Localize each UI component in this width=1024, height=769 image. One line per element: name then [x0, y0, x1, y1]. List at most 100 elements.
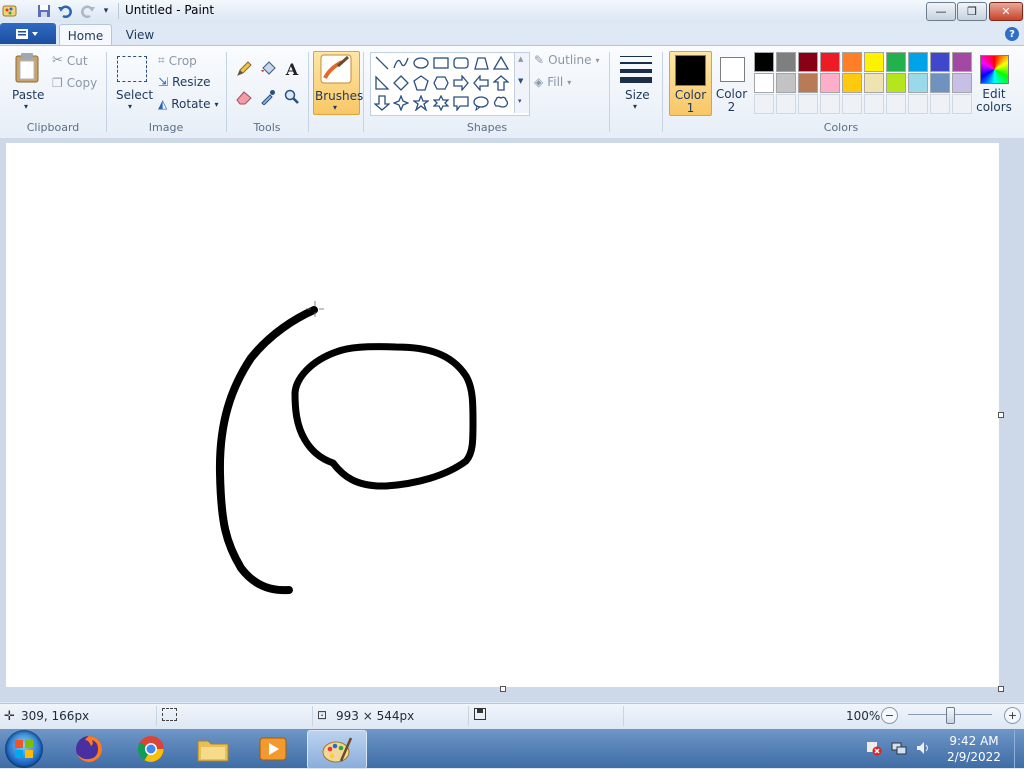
color2-button[interactable]: Color 2 — [712, 51, 751, 114]
zoom-in-button[interactable]: + — [1004, 707, 1021, 724]
polygon-shape-icon[interactable] — [472, 54, 490, 72]
shapes-scrollbar[interactable]: ▲ ▼ ▾ — [514, 53, 529, 113]
zoom-out-button[interactable]: − — [881, 707, 898, 724]
custom-color-slot[interactable] — [776, 94, 796, 114]
rect-callout-shape-icon[interactable] — [452, 94, 470, 112]
oval-shape-icon[interactable] — [412, 54, 430, 72]
show-desktop-button[interactable] — [1014, 730, 1024, 768]
canvas-resize-handle-right[interactable] — [998, 412, 1004, 418]
taskbar-paint[interactable] — [307, 730, 367, 769]
line-shape-icon[interactable] — [373, 54, 391, 72]
help-icon[interactable]: ? — [1005, 27, 1019, 41]
palette-swatch[interactable] — [952, 73, 972, 93]
volume-icon[interactable] — [915, 740, 931, 756]
edit-colors-button[interactable]: Edit colors — [976, 51, 1012, 114]
palette-swatch[interactable] — [864, 52, 884, 72]
select-button[interactable]: Select ▾ — [112, 52, 153, 112]
undo-icon[interactable] — [57, 3, 73, 19]
close-button[interactable]: ✕ — [989, 2, 1023, 21]
pencil-tool[interactable] — [233, 58, 255, 80]
custom-color-slot[interactable] — [886, 94, 906, 114]
cut-button[interactable]: ✂ Cut — [52, 53, 88, 68]
custom-color-slot[interactable] — [754, 94, 774, 114]
palette-swatch[interactable] — [864, 73, 884, 93]
customize-quick-access-icon[interactable]: ▾ — [98, 3, 114, 19]
left-arrow-shape-icon[interactable] — [472, 74, 490, 92]
save-icon[interactable] — [36, 3, 52, 19]
cloud-callout-shape-icon[interactable] — [492, 94, 510, 112]
paint-menu-button[interactable] — [0, 23, 56, 44]
palette-swatch[interactable] — [798, 52, 818, 72]
down-arrow-shape-icon[interactable] — [373, 94, 391, 112]
palette-swatch[interactable] — [776, 52, 796, 72]
custom-color-slot[interactable] — [798, 94, 818, 114]
minimize-button[interactable]: — — [926, 2, 956, 21]
pentagon-shape-icon[interactable] — [412, 74, 430, 92]
taskbar-file-explorer[interactable] — [184, 730, 242, 767]
drawing-canvas[interactable] — [6, 143, 999, 687]
taskbar-chrome[interactable] — [122, 730, 180, 767]
custom-color-slot[interactable] — [908, 94, 928, 114]
size-button[interactable]: Size ▾ — [617, 52, 655, 112]
palette-swatch[interactable] — [908, 52, 928, 72]
copy-button[interactable]: ❐ Copy — [52, 76, 97, 90]
four-point-star-shape-icon[interactable] — [392, 94, 410, 112]
triangle-shape-icon[interactable] — [492, 54, 510, 72]
redo-icon[interactable] — [80, 3, 96, 19]
network-icon[interactable] — [891, 740, 907, 756]
color-picker-tool[interactable] — [257, 86, 279, 108]
tab-view[interactable]: View — [118, 24, 162, 46]
palette-swatch[interactable] — [842, 52, 862, 72]
up-arrow-shape-icon[interactable] — [492, 74, 510, 92]
palette-swatch[interactable] — [930, 52, 950, 72]
palette-swatch[interactable] — [842, 73, 862, 93]
custom-color-slot[interactable] — [864, 94, 884, 114]
taskbar-firefox[interactable] — [60, 730, 118, 767]
rounded-rectangle-shape-icon[interactable] — [452, 54, 470, 72]
palette-swatch[interactable] — [820, 52, 840, 72]
outline-button[interactable]: ✎ Outline ▾ — [534, 53, 600, 67]
action-center-alert-icon[interactable] — [866, 740, 882, 756]
palette-swatch[interactable] — [908, 73, 928, 93]
palette-swatch[interactable] — [930, 73, 950, 93]
custom-color-slot[interactable] — [930, 94, 950, 114]
rotate-button[interactable]: ◭ Rotate ▾ — [158, 97, 219, 111]
scroll-up-icon[interactable]: ▲ — [518, 55, 523, 63]
eraser-tool[interactable] — [233, 86, 255, 108]
magnifier-tool[interactable] — [281, 86, 303, 108]
resize-button[interactable]: ⇲ Resize — [158, 75, 211, 89]
palette-swatch[interactable] — [776, 73, 796, 93]
rectangle-shape-icon[interactable] — [432, 54, 450, 72]
system-clock[interactable]: 9:42 AM 2/9/2022 — [938, 733, 1010, 765]
maximize-button[interactable]: ❐ — [957, 2, 987, 21]
zoom-slider-thumb[interactable] — [946, 707, 955, 724]
fill-tool[interactable] — [257, 58, 279, 80]
palette-swatch[interactable] — [820, 73, 840, 93]
fill-button[interactable]: ◈ Fill ▾ — [534, 75, 571, 89]
paint-app-icon[interactable] — [2, 3, 18, 19]
palette-swatch[interactable] — [886, 52, 906, 72]
right-triangle-shape-icon[interactable] — [373, 74, 391, 92]
expand-gallery-icon[interactable]: ▾ — [518, 97, 522, 105]
custom-color-slot[interactable] — [842, 94, 862, 114]
canvas-resize-handle-corner[interactable] — [998, 686, 1004, 692]
custom-color-slot[interactable] — [952, 94, 972, 114]
start-button[interactable] — [5, 730, 43, 768]
six-point-star-shape-icon[interactable] — [432, 94, 450, 112]
five-point-star-shape-icon[interactable] — [412, 94, 430, 112]
color1-button[interactable]: Color 1 — [669, 51, 712, 116]
canvas-resize-handle-bottom[interactable] — [500, 686, 506, 692]
curve-shape-icon[interactable] — [392, 54, 410, 72]
palette-swatch[interactable] — [886, 73, 906, 93]
scroll-down-icon[interactable]: ▼ — [518, 77, 523, 85]
hexagon-shape-icon[interactable] — [432, 74, 450, 92]
paste-button[interactable]: Paste ▾ — [8, 52, 46, 112]
brushes-button[interactable]: Brushes ▾ — [313, 51, 363, 115]
text-tool[interactable]: A — [281, 58, 303, 80]
palette-swatch[interactable] — [798, 73, 818, 93]
crop-button[interactable]: ⌗ Crop — [158, 53, 197, 68]
palette-swatch[interactable] — [754, 52, 774, 72]
palette-swatch[interactable] — [952, 52, 972, 72]
diamond-shape-icon[interactable] — [392, 74, 410, 92]
custom-color-slot[interactable] — [820, 94, 840, 114]
